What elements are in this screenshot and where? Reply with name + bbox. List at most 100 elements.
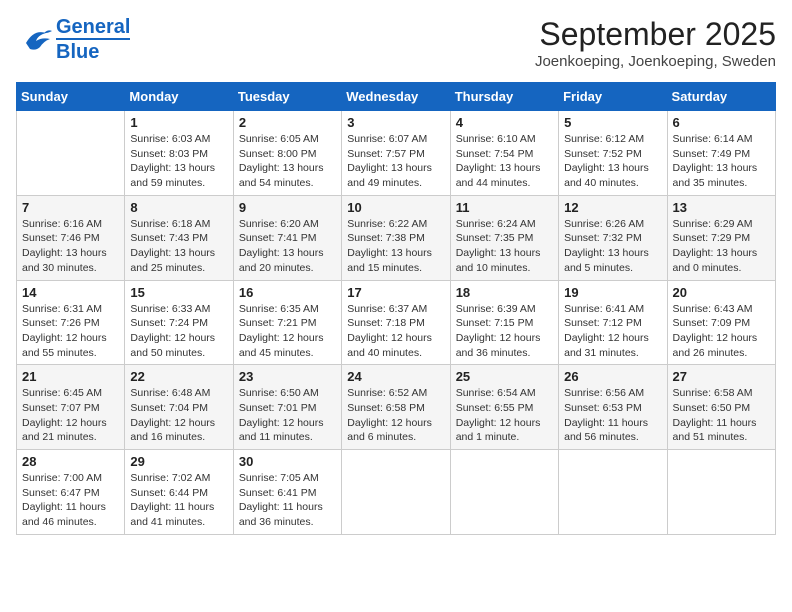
page-header: General Blue September 2025 Joenkoeping,…: [16, 16, 776, 70]
day-info: Sunrise: 6:50 AM Sunset: 7:01 PM Dayligh…: [239, 386, 336, 445]
day-number: 19: [564, 285, 661, 300]
day-info: Sunrise: 7:05 AM Sunset: 6:41 PM Dayligh…: [239, 471, 336, 530]
calendar-week-row: 14Sunrise: 6:31 AM Sunset: 7:26 PM Dayli…: [17, 280, 776, 365]
day-info: Sunrise: 6:39 AM Sunset: 7:15 PM Dayligh…: [456, 302, 553, 361]
weekday-header: Sunday: [17, 83, 125, 111]
calendar-day-cell: 7 Sunrise: 6:16 AM Sunset: 7:46 PM Daylig…: [17, 195, 125, 280]
calendar-day-cell: 20Sunrise: 6:43 AM Sunset: 7:09 PM Dayli…: [667, 280, 775, 365]
calendar-day-cell: 11 Sunrise: 6:24 AM Sunset: 7:35 PM Dayli…: [450, 195, 558, 280]
day-number: 10: [347, 200, 444, 215]
weekday-header: Monday: [125, 83, 233, 111]
calendar-day-cell: 13 Sunrise: 6:29 AM Sunset: 7:29 PM Dayli…: [667, 195, 775, 280]
day-number: 5: [564, 115, 661, 130]
calendar-day-cell: 15 Sunrise: 6:33 AM Sunset: 7:24 PM Dayli…: [125, 280, 233, 365]
day-number: 22: [130, 369, 227, 384]
calendar-table: SundayMondayTuesdayWednesdayThursdayFrid…: [16, 82, 776, 535]
calendar-day-cell: 23 Sunrise: 6:50 AM Sunset: 7:01 PM Dayli…: [233, 365, 341, 450]
calendar-day-cell: [17, 111, 125, 196]
calendar-day-cell: 25 Sunrise: 6:54 AM Sunset: 6:55 PM Dayli…: [450, 365, 558, 450]
calendar-day-cell: 18 Sunrise: 6:39 AM Sunset: 7:15 PM Dayli…: [450, 280, 558, 365]
day-info: Sunrise: 6:18 AM Sunset: 7:43 PM Dayligh…: [130, 217, 227, 276]
calendar-day-cell: 2Sunrise: 6:05 AM Sunset: 8:00 PM Daylig…: [233, 111, 341, 196]
calendar-day-cell: 27 Sunrise: 6:58 AM Sunset: 6:50 PM Dayli…: [667, 365, 775, 450]
day-number: 8: [130, 200, 227, 215]
day-info: Sunrise: 6:58 AM Sunset: 6:50 PM Dayligh…: [673, 386, 770, 445]
calendar-day-cell: 6 Sunrise: 6:14 AM Sunset: 7:49 PM Daylig…: [667, 111, 775, 196]
day-number: 25: [456, 369, 553, 384]
weekday-header: Friday: [559, 83, 667, 111]
day-info: Sunrise: 6:54 AM Sunset: 6:55 PM Dayligh…: [456, 386, 553, 445]
day-number: 26: [564, 369, 661, 384]
calendar-day-cell: 28 Sunrise: 7:00 AM Sunset: 6:47 PM Dayli…: [17, 450, 125, 535]
calendar-week-row: 21Sunrise: 6:45 AM Sunset: 7:07 PM Dayli…: [17, 365, 776, 450]
calendar-day-cell: 10Sunrise: 6:22 AM Sunset: 7:38 PM Dayli…: [342, 195, 450, 280]
day-info: Sunrise: 6:31 AM Sunset: 7:26 PM Dayligh…: [22, 302, 119, 361]
day-number: 30: [239, 454, 336, 469]
day-info: Sunrise: 6:07 AM Sunset: 7:57 PM Dayligh…: [347, 132, 444, 191]
calendar-day-cell: 3 Sunrise: 6:07 AM Sunset: 7:57 PM Daylig…: [342, 111, 450, 196]
day-number: 23: [239, 369, 336, 384]
calendar-day-cell: 26Sunrise: 6:56 AM Sunset: 6:53 PM Dayli…: [559, 365, 667, 450]
day-info: Sunrise: 6:35 AM Sunset: 7:21 PM Dayligh…: [239, 302, 336, 361]
calendar-day-cell: 22 Sunrise: 6:48 AM Sunset: 7:04 PM Dayli…: [125, 365, 233, 450]
day-info: Sunrise: 6:52 AM Sunset: 6:58 PM Dayligh…: [347, 386, 444, 445]
day-info: Sunrise: 6:05 AM Sunset: 8:00 PM Dayligh…: [239, 132, 336, 191]
day-number: 7: [22, 200, 119, 215]
calendar-title: September 2025: [535, 16, 776, 53]
day-number: 18: [456, 285, 553, 300]
calendar-day-cell: 1 Sunrise: 6:03 AM Sunset: 8:03 PM Daylig…: [125, 111, 233, 196]
day-info: Sunrise: 6:03 AM Sunset: 8:03 PM Dayligh…: [130, 132, 227, 191]
day-info: Sunrise: 7:00 AM Sunset: 6:47 PM Dayligh…: [22, 471, 119, 530]
calendar-header-row: SundayMondayTuesdayWednesdayThursdayFrid…: [17, 83, 776, 111]
logo-general: General: [56, 16, 130, 38]
day-info: Sunrise: 6:24 AM Sunset: 7:35 PM Dayligh…: [456, 217, 553, 276]
calendar-day-cell: [559, 450, 667, 535]
calendar-week-row: 7 Sunrise: 6:16 AM Sunset: 7:46 PM Daylig…: [17, 195, 776, 280]
calendar-day-cell: 21Sunrise: 6:45 AM Sunset: 7:07 PM Dayli…: [17, 365, 125, 450]
day-info: Sunrise: 6:41 AM Sunset: 7:12 PM Dayligh…: [564, 302, 661, 361]
calendar-day-cell: 12Sunrise: 6:26 AM Sunset: 7:32 PM Dayli…: [559, 195, 667, 280]
calendar-day-cell: 8 Sunrise: 6:18 AM Sunset: 7:43 PM Daylig…: [125, 195, 233, 280]
weekday-header: Wednesday: [342, 83, 450, 111]
day-number: 1: [130, 115, 227, 130]
calendar-day-cell: 30 Sunrise: 7:05 AM Sunset: 6:41 PM Dayli…: [233, 450, 341, 535]
calendar-day-cell: [342, 450, 450, 535]
calendar-day-cell: [667, 450, 775, 535]
calendar-day-cell: 17Sunrise: 6:37 AM Sunset: 7:18 PM Dayli…: [342, 280, 450, 365]
day-info: Sunrise: 6:33 AM Sunset: 7:24 PM Dayligh…: [130, 302, 227, 361]
day-info: Sunrise: 6:29 AM Sunset: 7:29 PM Dayligh…: [673, 217, 770, 276]
day-info: Sunrise: 6:10 AM Sunset: 7:54 PM Dayligh…: [456, 132, 553, 191]
logo-blue: Blue: [56, 38, 130, 63]
day-number: 29: [130, 454, 227, 469]
calendar-day-cell: [450, 450, 558, 535]
day-info: Sunrise: 6:43 AM Sunset: 7:09 PM Dayligh…: [673, 302, 770, 361]
day-info: Sunrise: 6:48 AM Sunset: 7:04 PM Dayligh…: [130, 386, 227, 445]
calendar-week-row: 1 Sunrise: 6:03 AM Sunset: 8:03 PM Daylig…: [17, 111, 776, 196]
day-number: 16: [239, 285, 336, 300]
weekday-header: Saturday: [667, 83, 775, 111]
calendar-day-cell: 19 Sunrise: 6:41 AM Sunset: 7:12 PM Dayli…: [559, 280, 667, 365]
calendar-day-cell: 9 Sunrise: 6:20 AM Sunset: 7:41 PM Daylig…: [233, 195, 341, 280]
day-number: 11: [456, 200, 553, 215]
day-number: 28: [22, 454, 119, 469]
day-number: 15: [130, 285, 227, 300]
day-number: 9: [239, 200, 336, 215]
day-info: Sunrise: 6:16 AM Sunset: 7:46 PM Dayligh…: [22, 217, 119, 276]
calendar-week-row: 28 Sunrise: 7:00 AM Sunset: 6:47 PM Dayli…: [17, 450, 776, 535]
day-info: Sunrise: 6:37 AM Sunset: 7:18 PM Dayligh…: [347, 302, 444, 361]
day-number: 4: [456, 115, 553, 130]
calendar-title-area: September 2025 Joenkoeping, Joenkoeping,…: [535, 16, 776, 70]
calendar-day-cell: 29Sunrise: 7:02 AM Sunset: 6:44 PM Dayli…: [125, 450, 233, 535]
day-info: Sunrise: 6:20 AM Sunset: 7:41 PM Dayligh…: [239, 217, 336, 276]
day-info: Sunrise: 6:26 AM Sunset: 7:32 PM Dayligh…: [564, 217, 661, 276]
day-info: Sunrise: 6:14 AM Sunset: 7:49 PM Dayligh…: [673, 132, 770, 191]
calendar-day-cell: 4 Sunrise: 6:10 AM Sunset: 7:54 PM Daylig…: [450, 111, 558, 196]
day-number: 27: [673, 369, 770, 384]
logo: General Blue: [16, 16, 130, 63]
calendar-subtitle: Joenkoeping, Joenkoeping, Sweden: [535, 53, 776, 70]
day-number: 3: [347, 115, 444, 130]
day-info: Sunrise: 6:12 AM Sunset: 7:52 PM Dayligh…: [564, 132, 661, 191]
day-number: 13: [673, 200, 770, 215]
day-number: 24: [347, 369, 444, 384]
day-number: 6: [673, 115, 770, 130]
